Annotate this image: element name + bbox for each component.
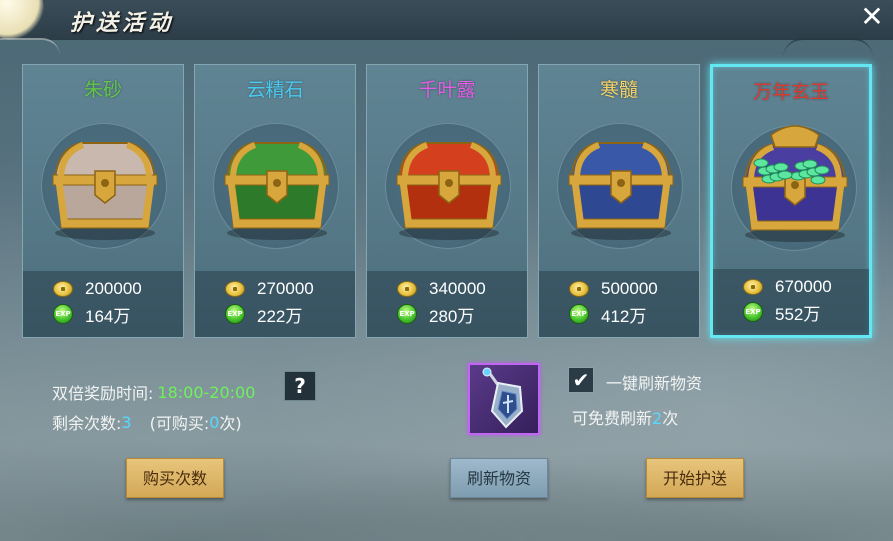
exp-icon: EXP: [397, 304, 417, 324]
red-chest-icon: [396, 142, 502, 240]
exp-reward: 552万: [775, 304, 821, 324]
chest-rewards: 340000 EXP 280万: [367, 271, 527, 337]
coin-icon: [53, 281, 73, 297]
chest-card-3[interactable]: 千叶露 340000 EXP 280万: [366, 64, 528, 338]
exp-icon: EXP: [743, 302, 763, 322]
gold-reward: 500000: [601, 279, 658, 298]
gold-reward: 340000: [429, 279, 486, 298]
cloud-decoration-left: [0, 38, 60, 56]
chest-card-5[interactable]: 万年玄玉 670000 EXP 552万: [710, 64, 872, 338]
blue-chest-icon: [568, 142, 674, 240]
exp-icon: EXP: [569, 304, 589, 324]
remaining-value: 3: [121, 412, 132, 432]
buyable-suffix: 次): [219, 414, 242, 433]
one-key-refresh-checkbox[interactable]: ✔: [568, 367, 594, 393]
buy-times-button[interactable]: 购买次数: [126, 458, 224, 498]
chest-rewards: 200000 EXP 164万: [23, 271, 183, 337]
free-refresh-count: 2: [652, 409, 663, 428]
chest-name: 寒髓: [599, 79, 638, 101]
chest-card-1[interactable]: 朱砂 200000 EXP 164万: [22, 64, 184, 338]
exp-icon: EXP: [225, 304, 245, 324]
gold-reward: 200000: [85, 279, 142, 298]
chest-rewards: 500000 EXP 412万: [539, 271, 699, 337]
coin-icon: [569, 281, 589, 297]
free-refresh-prefix: 可免费刷新: [572, 409, 653, 428]
escort-activity-window: 护送活动 ✕ 朱砂 200000 EXP 164万 云精石 270000 EXP 2…: [0, 0, 893, 541]
exp-reward: 280万: [429, 306, 475, 326]
buyable-prefix: (可购买:: [149, 414, 210, 433]
help-button[interactable]: ?: [284, 371, 316, 401]
one-key-refresh-label: 一键刷新物资: [606, 374, 703, 393]
activity-info: 双倍奖励时间: 18:00-20:00 ? 剩余次数: 3 (可购买: 0 次): [52, 371, 452, 437]
moon-icon: [0, 0, 44, 40]
chest-name: 朱砂: [83, 79, 122, 101]
close-icon[interactable]: ✕: [859, 3, 885, 31]
chest-rewards: 270000 EXP 222万: [195, 271, 355, 337]
window-title: 护送活动: [70, 10, 175, 36]
green-chest-icon: [224, 142, 330, 240]
double-reward-line: 双倍奖励时间: 18:00-20:00 ?: [52, 371, 452, 407]
chest-card-2[interactable]: 云精石 270000 EXP 222万: [194, 64, 356, 338]
title-bar: 护送活动 ✕: [0, 0, 893, 40]
jade-treasure-chest-icon: [742, 125, 848, 242]
chest-card-4[interactable]: 寒髓 500000 EXP 412万: [538, 64, 700, 338]
chest-list: 朱砂 200000 EXP 164万 云精石 270000 EXP 222万 千叶露…: [22, 64, 872, 339]
coin-icon: [397, 281, 417, 297]
double-reward-label: 双倍奖励时间:: [52, 384, 154, 403]
chest-name: 云精石: [246, 79, 304, 101]
chest-name: 万年玄玉: [752, 81, 829, 103]
double-reward-time: 18:00-20:00: [157, 382, 256, 402]
exp-reward: 164万: [85, 306, 131, 326]
coin-icon: [225, 281, 245, 297]
cloud-decoration: [783, 38, 873, 58]
exp-reward: 222万: [257, 306, 303, 326]
gold-reward: 270000: [257, 279, 314, 298]
start-escort-button[interactable]: 开始护送: [646, 458, 744, 498]
gold-reward: 670000: [775, 277, 832, 296]
exp-icon: EXP: [53, 304, 73, 324]
free-refresh-suffix: 次: [662, 409, 679, 428]
coin-icon: [743, 279, 763, 295]
chest-name: 千叶露: [418, 79, 476, 101]
refresh-supplies-button[interactable]: 刷新物资: [450, 458, 548, 498]
silver-chest-icon: [52, 142, 158, 240]
chest-rewards: 670000 EXP 552万: [713, 269, 869, 335]
exp-reward: 412万: [601, 306, 647, 326]
refresh-token-icon: [482, 367, 524, 429]
refresh-item-slot[interactable]: [468, 363, 540, 435]
remaining-label: 剩余次数:: [52, 414, 122, 433]
remaining-count-line: 剩余次数: 3 (可购买: 0 次): [52, 407, 452, 437]
free-refresh-line: 可免费刷新2次: [572, 405, 678, 429]
buyable-value: 0: [209, 412, 220, 432]
